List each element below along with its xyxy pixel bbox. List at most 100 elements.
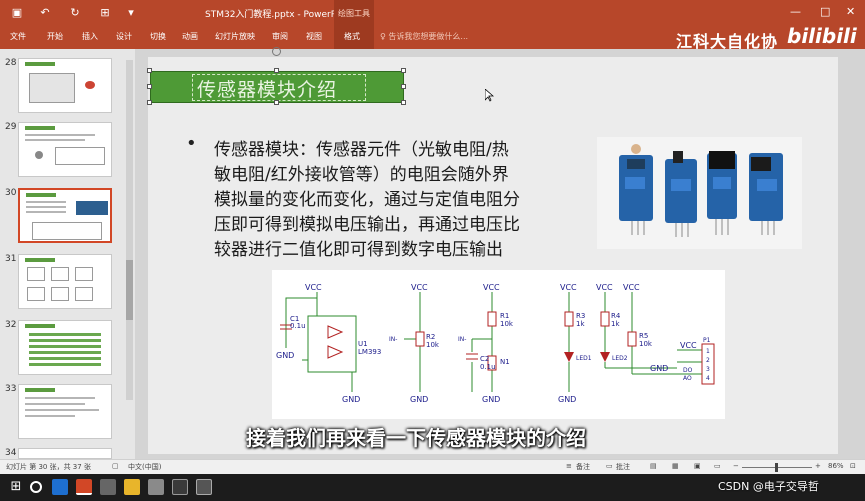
app-icon[interactable] (172, 479, 188, 495)
vcc-label-3: VCC (483, 283, 500, 292)
vcc-label-2: VCC (411, 283, 428, 292)
body-text-line[interactable]: 模拟量的变化而变化，通过与定值电阻分 (214, 185, 520, 210)
zoom-slider-thumb[interactable] (775, 463, 778, 472)
app-icon[interactable] (100, 479, 116, 495)
bilibili-logo: bilibili (787, 24, 857, 48)
normal-view-icon[interactable]: ▤ (650, 462, 657, 470)
slide-thumbnail-30[interactable] (18, 188, 112, 243)
thumbnail-scrollbar-thumb[interactable] (126, 260, 133, 320)
file-explorer-icon[interactable] (124, 479, 140, 495)
search-icon[interactable] (30, 481, 42, 493)
tab-view[interactable]: 视图 (306, 31, 322, 42)
resize-handle[interactable] (274, 100, 279, 105)
powerpoint-taskbar-icon[interactable] (76, 479, 92, 495)
language-status[interactable]: 中文(中国) (128, 462, 161, 472)
tab-home[interactable]: 开始 (47, 31, 63, 42)
thumb-number-34: 34 (5, 448, 17, 458)
tab-animations[interactable]: 动画 (182, 31, 198, 42)
u1-label: U1 (358, 340, 368, 348)
windows-start-icon[interactable]: ⊞ (8, 479, 24, 495)
ao-label: AO (683, 375, 692, 382)
tab-slideshow[interactable]: 幻灯片放映 (215, 31, 255, 42)
rotate-handle-icon[interactable] (272, 47, 281, 56)
minimize-icon[interactable]: — (790, 5, 801, 18)
slide-thumbnail-29[interactable] (18, 122, 112, 177)
tab-file[interactable]: 文件 (10, 31, 26, 42)
resize-handle[interactable] (147, 84, 152, 89)
body-text-line[interactable]: 传感器模块：传感器元件（光敏电阻/热 (214, 135, 509, 160)
lightbulb-icon: ♀ (380, 32, 386, 41)
p1-label: P1 (703, 337, 711, 344)
body-text-line[interactable]: 较器进行二值化即可得到数字电压输出 (214, 235, 503, 260)
csdn-credit-watermark: CSDN @电子交导哲 (718, 480, 819, 493)
notes-icon: ≡ (566, 462, 572, 470)
thumbnail-scrollbar[interactable] (126, 60, 133, 400)
status-bar: 幻灯片 第 30 张，共 37 张 ▢ 中文(中国) ≡ 备注 ▭ 批注 ▤ ▦… (0, 459, 865, 474)
resize-handle[interactable] (274, 68, 279, 73)
tab-review[interactable]: 审阅 (272, 31, 288, 42)
n1-label: N1 (500, 358, 510, 366)
sensor-circuit-schematic[interactable]: VCC C1 0.1u GND U1 LM393 GND VCC IN- R2 … (272, 270, 725, 419)
c2-label: C2 (480, 355, 489, 363)
tab-design[interactable]: 设计 (116, 31, 132, 42)
tab-format[interactable]: 格式 (344, 31, 360, 42)
undo-icon[interactable]: ↶ (38, 6, 52, 20)
r5-label: R5 (639, 332, 648, 340)
thumb-number-33: 33 (5, 384, 17, 394)
header-pin-3: 3 (706, 366, 710, 373)
edge-icon[interactable] (52, 479, 68, 495)
do-label: DO (683, 367, 693, 374)
led2-label: LED2 (612, 355, 628, 362)
app-icon[interactable] (148, 479, 164, 495)
fit-slide-icon[interactable]: ⊡ (850, 462, 856, 470)
vcc-label-4: VCC (560, 283, 577, 292)
present-icon[interactable]: ⊞ (98, 6, 112, 20)
tab-insert[interactable]: 插入 (82, 31, 98, 42)
comments-button[interactable]: 批注 (616, 462, 630, 472)
body-text-line[interactable]: 敏电阻/红外接收管等）的电阻会随外界 (214, 160, 509, 185)
thumb-number-28: 28 (5, 58, 17, 68)
save-icon[interactable]: ▣ (10, 6, 24, 20)
redo-icon[interactable]: ↻ (68, 6, 82, 20)
resize-handle[interactable] (401, 84, 406, 89)
slideshow-view-icon[interactable]: ▭ (714, 462, 721, 470)
c1-value: 0.1u (290, 322, 306, 330)
customize-quick-access-icon[interactable]: ▾ (124, 6, 138, 20)
slide-thumbnail-32[interactable] (18, 320, 112, 375)
slide-title[interactable]: 传感器模块介绍 (197, 75, 337, 102)
zoom-out-icon[interactable]: − (733, 462, 739, 470)
notes-button[interactable]: 备注 (576, 462, 590, 472)
slide-thumbnail-28[interactable] (18, 58, 112, 113)
slide-thumbnail-33[interactable] (18, 384, 112, 439)
reading-view-icon[interactable]: ▣ (694, 462, 701, 470)
zoom-level[interactable]: 86% (828, 462, 844, 470)
resize-handle[interactable] (147, 68, 152, 73)
gnd-label-5: GND (558, 395, 576, 404)
slide-sorter-icon[interactable]: ▦ (672, 462, 679, 470)
mouse-cursor-icon (485, 89, 494, 102)
header-pin-2: 2 (706, 357, 710, 364)
gnd-label-6: GND (650, 364, 668, 373)
title-bar: ▣ ↶ ↻ ⊞ ▾ STM32入门教程.pptx - PowerPoint 绘图… (0, 0, 865, 27)
maximize-icon[interactable]: □ (820, 5, 830, 18)
close-icon[interactable]: ✕ (846, 5, 855, 18)
r3-label: R3 (576, 312, 585, 320)
resize-handle[interactable] (401, 100, 406, 105)
body-text-line[interactable]: 压即可得到模拟电压输出，再通过电压比 (214, 210, 520, 235)
vcc-label-1: VCC (305, 283, 322, 292)
app-icon[interactable] (196, 479, 212, 495)
vcc-label-6: VCC (623, 283, 640, 292)
tab-transitions[interactable]: 切换 (150, 31, 166, 42)
slide-thumbnail-34[interactable] (18, 448, 112, 459)
slide-thumbnail-31[interactable] (18, 254, 112, 309)
u1-part: LM393 (358, 348, 381, 356)
zoom-in-icon[interactable]: + (815, 462, 821, 470)
resize-handle[interactable] (401, 68, 406, 73)
drawing-tools-label: 绘图工具 (334, 0, 374, 27)
resize-handle[interactable] (147, 100, 152, 105)
tell-me-search[interactable]: ♀ 告诉我您想要做什么... (380, 31, 468, 42)
led1-label: LED1 (576, 355, 592, 362)
sensor-modules-photo[interactable] (597, 137, 802, 249)
spellcheck-icon[interactable]: ▢ (112, 462, 119, 470)
r5-value: 10k (639, 340, 653, 348)
